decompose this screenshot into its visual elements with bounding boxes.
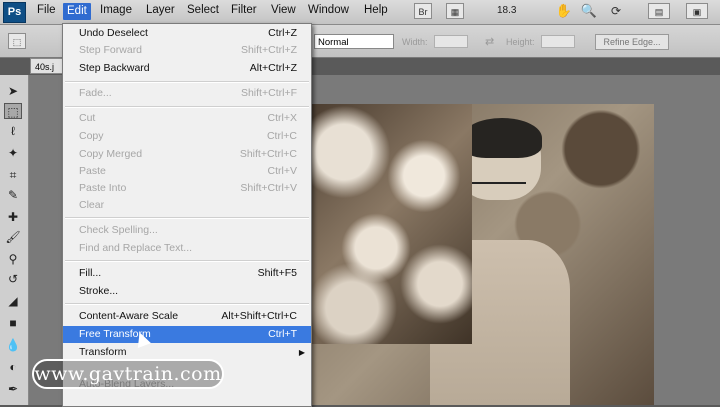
menu-item-check-spelling[interactable]: Check Spelling... <box>63 222 311 239</box>
width-label: Width: <box>402 37 428 47</box>
menu-separator <box>65 260 309 262</box>
brush-tool-icon[interactable]: 🖌 <box>4 229 22 245</box>
menu-item-undo-deselect[interactable]: Undo Deselect Ctrl+Z <box>63 25 311 42</box>
screen-mode-icon[interactable]: ▣ <box>686 3 708 19</box>
menu-item-free-transform[interactable]: Free Transform Ctrl+T <box>63 326 311 343</box>
menu-item-fill[interactable]: Fill... Shift+F5 <box>63 265 311 282</box>
height-label: Height: <box>506 37 535 47</box>
menu-item-copy[interactable]: Copy Ctrl+C <box>63 128 311 145</box>
menu-layer[interactable]: Layer <box>146 4 175 16</box>
move-tool-icon[interactable]: ➤ <box>4 83 22 99</box>
photo-glasses <box>466 182 526 198</box>
menu-item-paste-into[interactable]: Paste Into Shift+Ctrl+V <box>63 180 311 197</box>
menu-separator <box>65 81 309 83</box>
menu-filter[interactable]: Filter <box>231 4 257 16</box>
width-field[interactable] <box>434 35 468 48</box>
menu-bar: Ps File Edit Image Layer Select Filter V… <box>0 0 720 25</box>
marquee-tool-icon[interactable]: ⬚ <box>4 103 22 119</box>
menu-item-cut[interactable]: Cut Ctrl+X <box>63 110 311 127</box>
watermark: www.gavtrain.com <box>32 359 224 389</box>
marquee-preset-icon[interactable]: ⬚ <box>8 33 26 49</box>
photoshop-logo: Ps <box>3 2 26 23</box>
healing-brush-icon[interactable]: ✚ <box>4 209 22 225</box>
history-brush-icon[interactable]: ↺ <box>4 271 22 287</box>
eraser-icon[interactable]: ◢ <box>4 293 22 309</box>
menu-separator <box>65 217 309 219</box>
view-extras-icon[interactable]: ▦ <box>446 3 464 19</box>
bridge-button[interactable]: Br <box>414 3 432 19</box>
submenu-arrow-icon: ▶ <box>298 348 305 357</box>
hand-tool-icon[interactable]: ✋ <box>555 3 573 19</box>
menu-item-content-aware-scale[interactable]: Content-Aware Scale Alt+Shift+Ctrl+C <box>63 308 311 325</box>
menu-item-step-backward[interactable]: Step Backward Alt+Ctrl+Z <box>63 60 311 77</box>
eyedropper-icon[interactable]: ✎ <box>4 187 22 203</box>
photo-beret <box>462 118 542 158</box>
menu-edit[interactable]: Edit <box>63 3 91 20</box>
menu-file[interactable]: File <box>37 4 56 16</box>
menu-separator <box>65 106 309 108</box>
tools-panel: ➤ ⬚ ℓ ✦ ⌗ ✎ ✚ 🖌 ⚲ ↺ ◢ ■ 💧 ◐ ✒ <box>0 75 29 405</box>
zoom-level[interactable]: 18.3 <box>497 5 516 16</box>
edit-menu-dropdown: Undo Deselect Ctrl+Z Step Forward Shift+Ct… <box>62 23 312 407</box>
menu-image[interactable]: Image <box>100 4 132 16</box>
magic-wand-icon[interactable]: ✦ <box>4 145 22 161</box>
menu-item-stroke[interactable]: Stroke... <box>63 283 311 300</box>
pen-tool-icon[interactable]: ✒ <box>4 381 22 397</box>
document-tab[interactable]: 40s.j <box>30 58 66 74</box>
menu-view[interactable]: View <box>271 4 296 16</box>
zoom-tool-icon[interactable]: 🔍 <box>580 3 598 19</box>
menu-select[interactable]: Select <box>187 4 219 16</box>
menu-item-fade[interactable]: Fade... Shift+Ctrl+F <box>63 85 311 102</box>
menu-help[interactable]: Help <box>364 4 388 16</box>
clouds-layer[interactable] <box>312 104 472 344</box>
rotate-view-icon[interactable]: ⟳ <box>607 3 625 19</box>
menu-item-paste[interactable]: Paste Ctrl+V <box>63 163 311 180</box>
blur-tool-icon[interactable]: 💧 <box>4 337 22 353</box>
style-select[interactable]: Normal <box>314 34 394 49</box>
clone-stamp-icon[interactable]: ⚲ <box>4 251 22 267</box>
menu-separator <box>65 303 309 305</box>
menu-item-step-forward[interactable]: Step Forward Shift+Ctrl+Z <box>63 42 311 59</box>
crop-tool-icon[interactable]: ⌗ <box>4 167 22 183</box>
gradient-tool-icon[interactable]: ■ <box>4 315 22 331</box>
lasso-tool-icon[interactable]: ℓ <box>4 123 22 139</box>
menu-item-copy-merged[interactable]: Copy Merged Shift+Ctrl+C <box>63 146 311 163</box>
arrange-documents-icon[interactable]: ▤ <box>648 3 670 19</box>
dodge-tool-icon[interactable]: ◐ <box>4 359 22 375</box>
swap-icon[interactable]: ⇄ <box>485 35 494 48</box>
menu-item-clear[interactable]: Clear <box>63 197 311 214</box>
menu-window[interactable]: Window <box>308 4 349 16</box>
refine-edge-button[interactable]: Refine Edge... <box>595 34 669 50</box>
menu-item-find-replace[interactable]: Find and Replace Text... <box>63 240 311 257</box>
height-field[interactable] <box>541 35 575 48</box>
